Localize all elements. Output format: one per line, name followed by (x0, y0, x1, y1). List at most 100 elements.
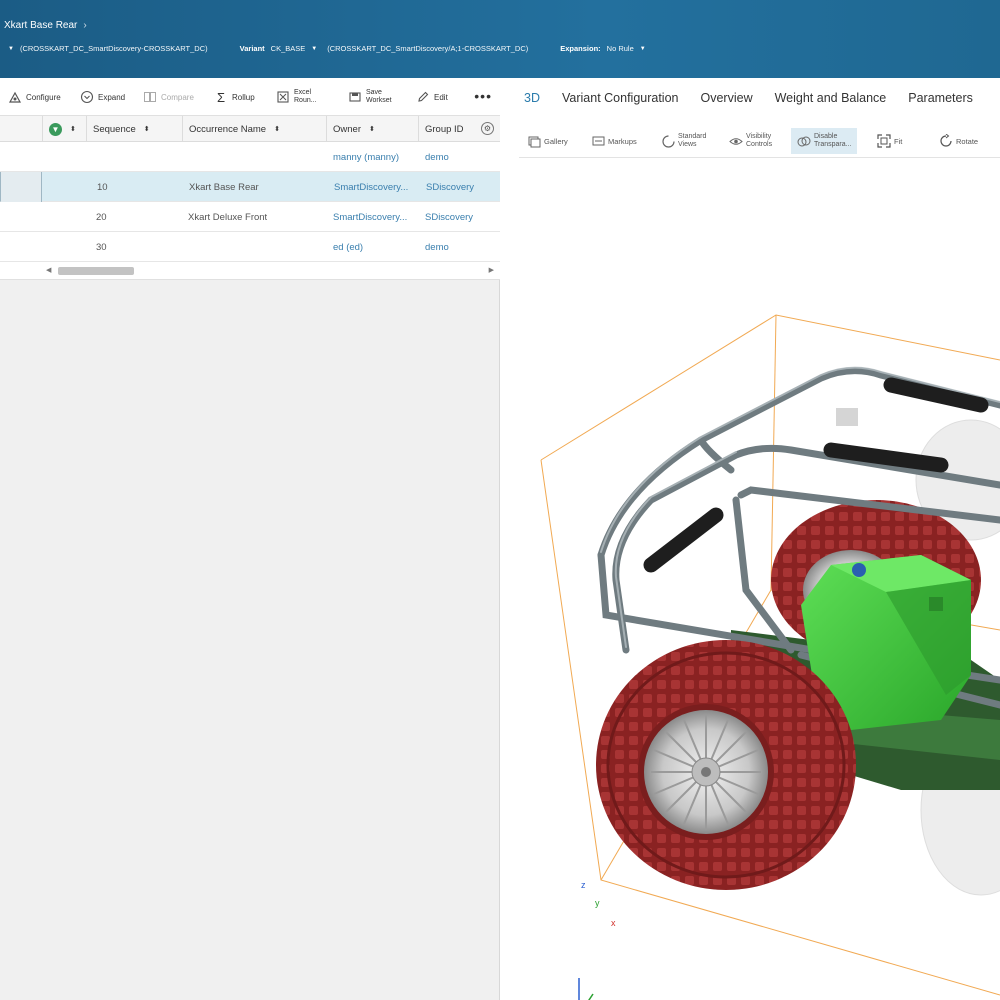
structure-panel: Configure Expand Compare Σ Rollup Excel R… (0, 78, 500, 1000)
occurrence-name-cell: Xkart Deluxe Front (188, 211, 268, 223)
sequence-header-label: Sequence (93, 123, 136, 135)
chevron-right-icon: › (83, 20, 87, 31)
viewer-toolbar: Gallery Markups Standard Views Visibility… (519, 122, 1000, 158)
scrollbar-thumb[interactable] (58, 267, 134, 275)
excel-icon (276, 90, 290, 104)
sort-icon[interactable]: ⬍ (274, 125, 280, 133)
scroll-right-icon[interactable]: ▶ (489, 266, 494, 274)
visibility-controls-button[interactable]: Visibility Controls (729, 128, 772, 154)
variant-value[interactable]: CK_BASE (271, 44, 306, 53)
standard-views-button[interactable]: Standard Views (661, 128, 706, 154)
standard-views-line2: Views (678, 141, 697, 148)
sort-icon[interactable]: ⬍ (144, 125, 150, 133)
table-row[interactable]: 20 Xkart Deluxe Front SmartDiscovery... … (0, 202, 500, 232)
owner-cell[interactable]: ed (ed) (333, 232, 417, 262)
visibility-line2: Controls (746, 141, 773, 148)
disable-transparency-button[interactable]: Disable Transpara... (791, 128, 858, 154)
markup-icon (591, 134, 605, 148)
scroll-left-icon[interactable]: ◀ (46, 266, 51, 274)
table-row[interactable]: 10 Xkart Base Rear SmartDiscovery... SDi… (0, 172, 500, 202)
breadcrumb: Xkart Base Rear › (4, 20, 87, 31)
expand-button[interactable]: Expand (80, 86, 125, 108)
chevron-down-icon[interactable]: ▼ (8, 46, 14, 52)
disable-transparency-label: Disable Transpara... (814, 133, 851, 149)
table-row[interactable]: manny (manny) demo (0, 142, 500, 172)
save-workset-button[interactable]: Save Workset (348, 86, 392, 108)
group-id-column-header[interactable]: Group ID ⚙ (418, 116, 500, 142)
group-id-header-label: Group ID (425, 123, 464, 135)
edit-button[interactable]: Edit (416, 86, 448, 108)
tab-weight-and-balance[interactable]: Weight and Balance (775, 91, 887, 105)
rotate-button[interactable]: Rotate (939, 128, 978, 154)
dashboard-part (836, 408, 858, 426)
status-column-header[interactable]: ▼ ⬍ (42, 116, 86, 142)
expansion-label: Expansion: (560, 44, 601, 53)
save-workset-label: Save Workset (366, 89, 392, 105)
fit-button[interactable]: Fit (877, 128, 902, 154)
table-row[interactable]: 30 ed (ed) demo (0, 232, 500, 262)
table-header: ▼ ⬍ Sequence ⬍ Occurrence Name ⬍ Owner ⬍… (0, 116, 500, 142)
rotate-icon (939, 134, 953, 148)
expansion-value[interactable]: No Rule (607, 44, 634, 53)
structure-table: ▼ ⬍ Sequence ⬍ Occurrence Name ⬍ Owner ⬍… (0, 116, 500, 280)
tab-overview[interactable]: Overview (701, 91, 753, 105)
chevron-down-icon[interactable]: ▼ (311, 46, 317, 52)
sequence-cell: 20 (96, 211, 107, 223)
eye-icon (729, 134, 743, 148)
occurrence-name-cell: Xkart Base Rear (189, 181, 259, 193)
excel-roundtrip-button[interactable]: Excel Roun... (276, 86, 317, 108)
gallery-label: Gallery (544, 136, 568, 146)
transparency-icon (797, 134, 811, 148)
3d-viewport[interactable]: z y x (501, 160, 1000, 1000)
sequence-column-header[interactable]: Sequence ⬍ (86, 116, 182, 142)
more-icon[interactable]: ••• (474, 88, 492, 104)
gallery-button[interactable]: Gallery (527, 128, 568, 154)
pencil-icon (416, 90, 430, 104)
fit-icon (877, 134, 891, 148)
tab-variant-configuration[interactable]: Variant Configuration (562, 91, 679, 105)
standard-views-label: Standard Views (678, 133, 706, 149)
owner-header-label: Owner (333, 123, 361, 135)
variant-label: Variant (239, 44, 265, 53)
rollup-label: Rollup (232, 92, 255, 102)
markups-button[interactable]: Markups (591, 128, 637, 154)
tab-3d[interactable]: 3D (524, 91, 540, 105)
sort-icon[interactable]: ⬍ (369, 125, 375, 133)
sort-icon[interactable]: ⬍ (70, 125, 76, 133)
markups-label: Markups (608, 136, 637, 146)
filter-icon[interactable]: ▼ (49, 122, 62, 136)
owner-cell[interactable]: SmartDiscovery... (333, 202, 417, 232)
structure-toolbar: Configure Expand Compare Σ Rollup Excel R… (0, 78, 500, 116)
app-root: Xkart Base Rear › ▼ (CROSSKART_DC_SmartD… (0, 0, 1000, 1000)
viewer-panel: 3D Variant Configuration Overview Weight… (501, 78, 1000, 1000)
context-bar: ▼ (CROSSKART_DC_SmartDiscovery-CROSSKART… (0, 44, 656, 53)
group-id-cell[interactable]: demo (425, 232, 449, 262)
occurrence-name-column-header[interactable]: Occurrence Name ⬍ (182, 116, 326, 142)
excel-roundtrip-label: Excel Roun... (294, 89, 317, 105)
row-selector[interactable] (1, 172, 42, 202)
revision-rule-value[interactable]: (CROSSKART_DC_SmartDiscovery-CROSSKART_D… (20, 44, 208, 53)
group-id-cell[interactable]: SDiscovery (426, 172, 474, 202)
breadcrumb-item[interactable]: Xkart Base Rear (4, 20, 77, 31)
compare-button[interactable]: Compare (143, 86, 194, 108)
owner-cell[interactable]: SmartDiscovery... (334, 172, 418, 202)
disable-line2: Transpara... (814, 141, 852, 148)
sequence-cell: 30 (96, 241, 107, 253)
horizontal-scrollbar[interactable]: ◀ ▶ (0, 262, 500, 280)
3d-model-canvas[interactable] (501, 160, 1000, 1000)
owner-column-header[interactable]: Owner ⬍ (326, 116, 418, 142)
configure-button[interactable]: Configure (8, 86, 61, 108)
rollup-button[interactable]: Σ Rollup (214, 86, 255, 108)
group-id-cell[interactable]: SDiscovery (425, 202, 473, 232)
group-id-cell[interactable]: demo (425, 142, 449, 172)
settings-icon[interactable]: ⚙ (481, 122, 494, 135)
save-label-line2: Workset (366, 97, 392, 104)
tab-parameters[interactable]: Parameters (908, 91, 973, 105)
fit-label: Fit (894, 136, 903, 146)
owner-cell[interactable]: manny (manny) (333, 142, 417, 172)
chevron-down-icon[interactable]: ▼ (640, 46, 646, 52)
views-icon (661, 134, 675, 148)
sigma-icon: Σ (216, 89, 226, 105)
variant-path: (CROSSKART_DC_SmartDiscovery/A;1-CROSSKA… (327, 44, 529, 53)
compare-icon (143, 90, 157, 104)
